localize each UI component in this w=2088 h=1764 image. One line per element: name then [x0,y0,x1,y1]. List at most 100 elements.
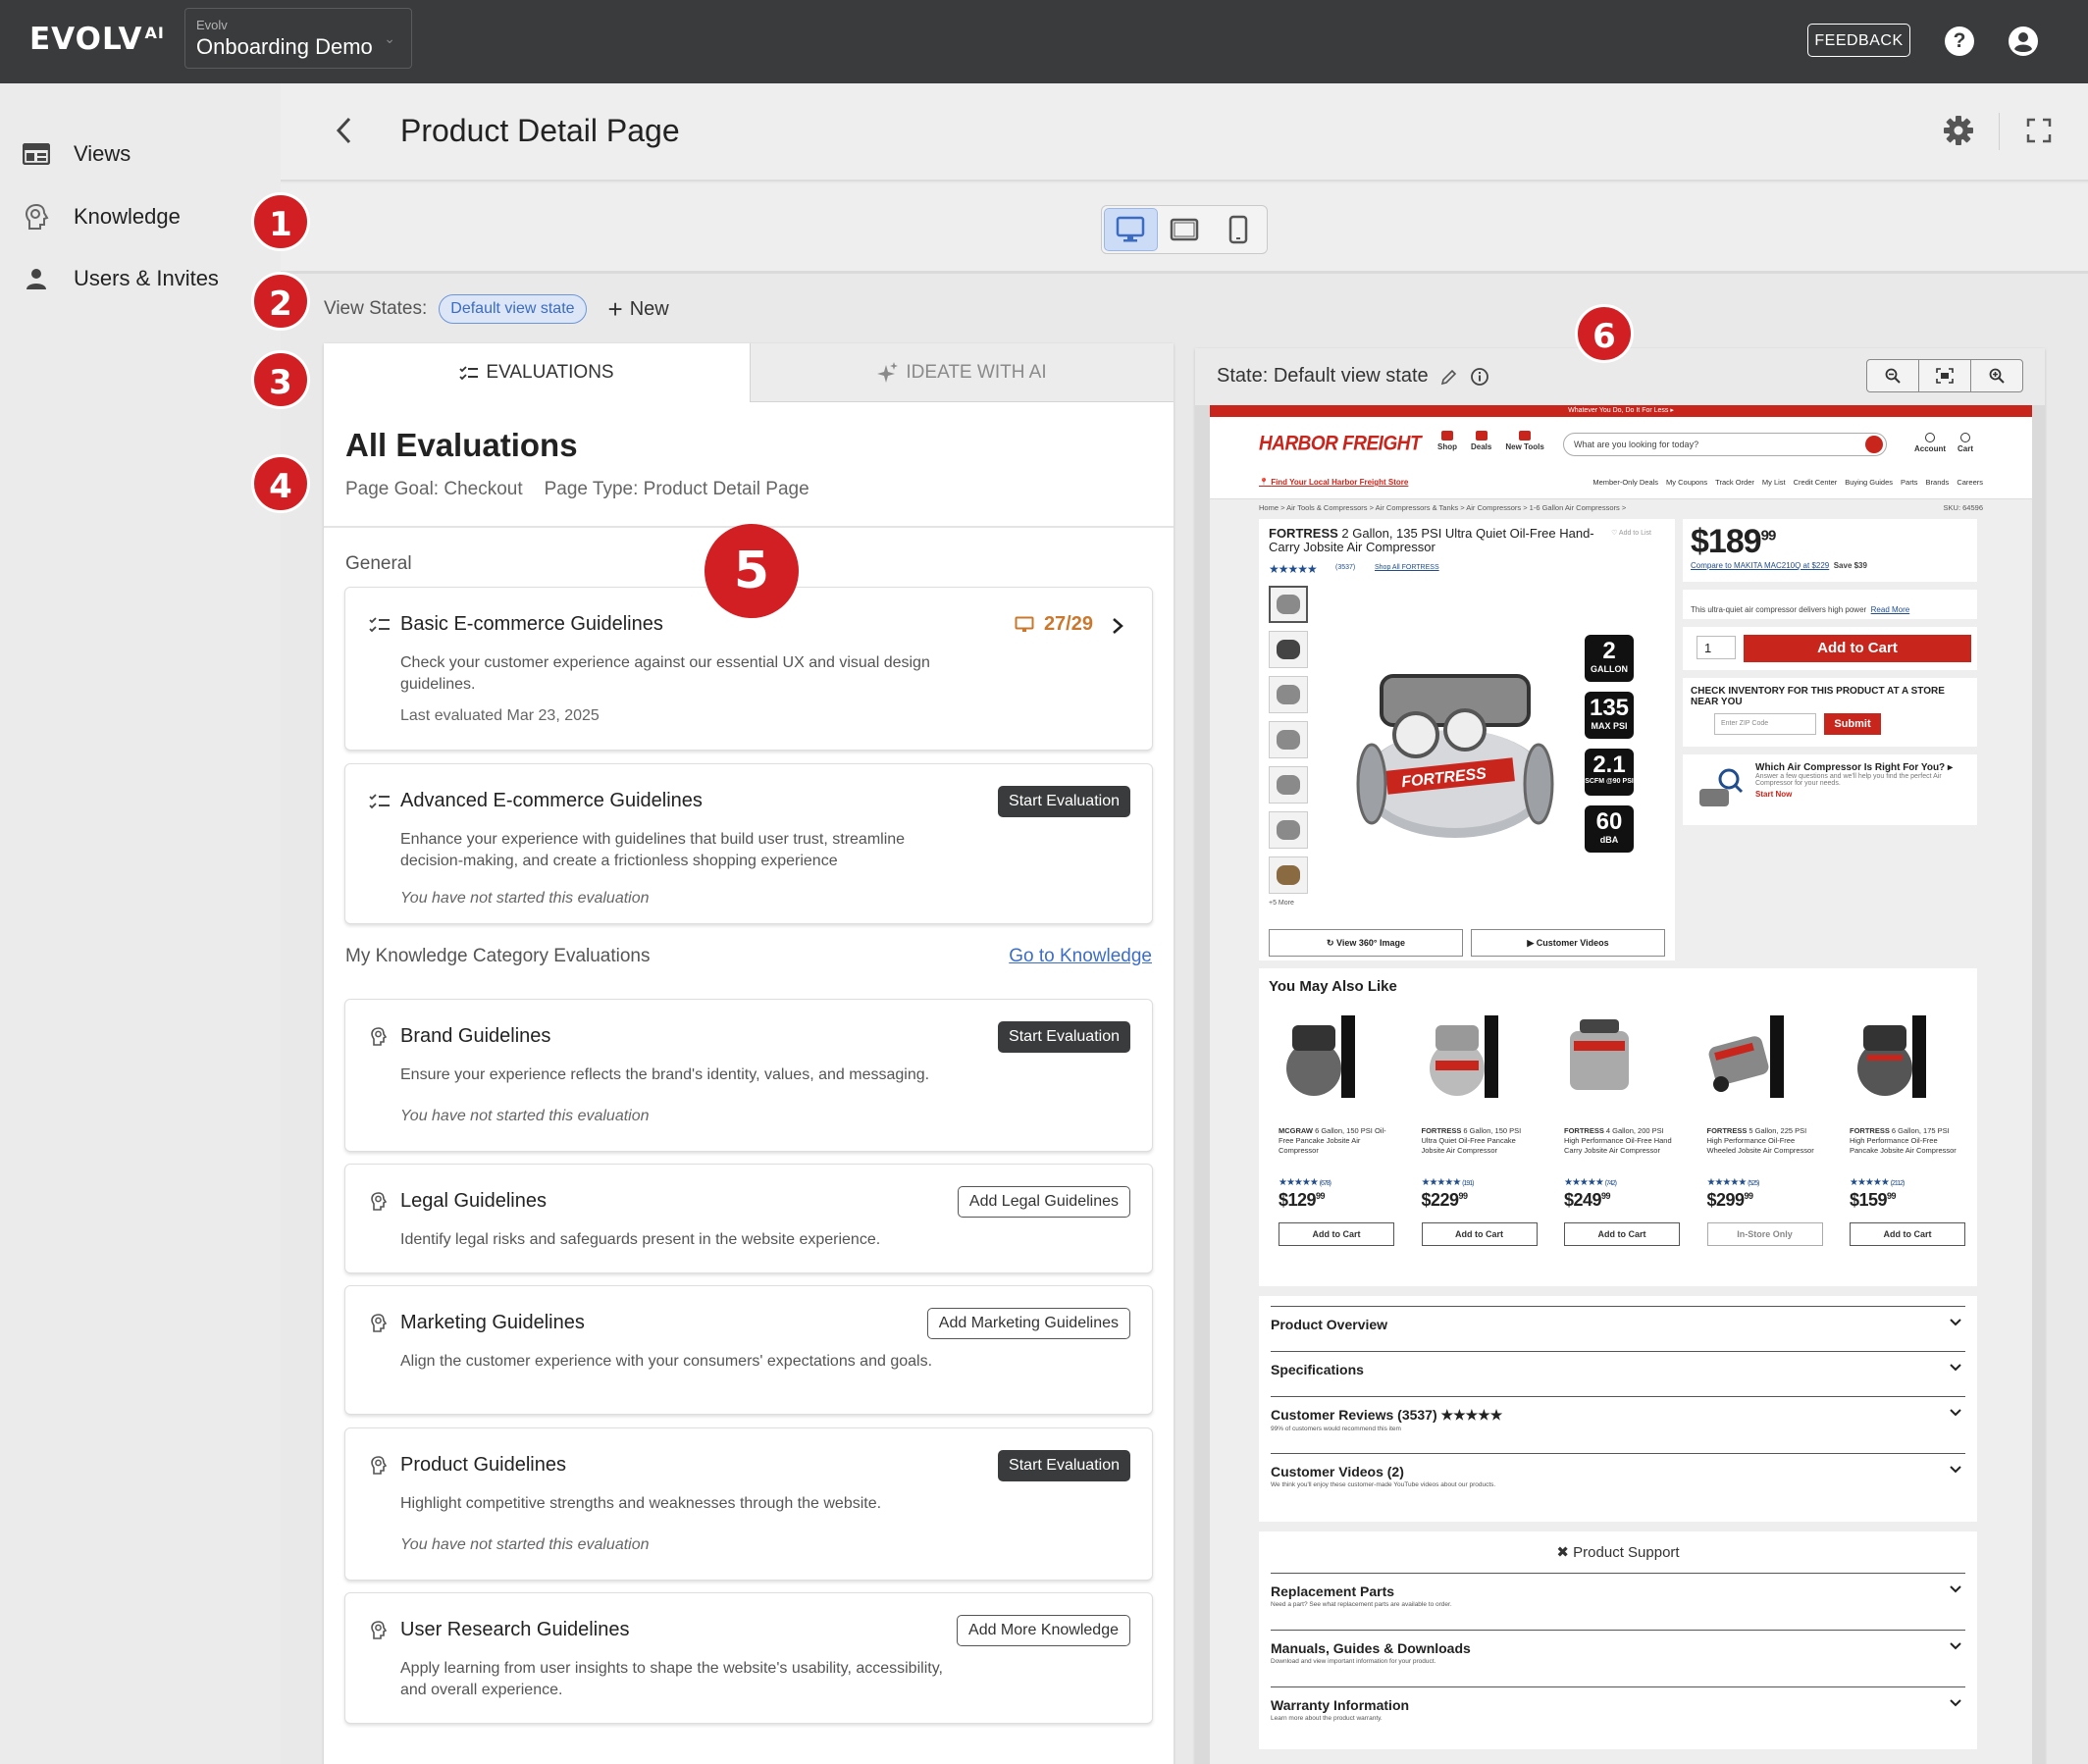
person-icon [22,264,51,293]
site-store-link: 📍 Find Your Local Harbor Freight Store [1259,478,1409,487]
card-status-note: You have not started this evaluation [400,890,650,907]
add-legal-guidelines-button[interactable]: Add Legal Guidelines [957,1186,1130,1218]
site-rec-item: FORTRESS 5 Gallon, 225 PSI High Performa… [1706,1012,1823,1276]
fullscreen-icon[interactable] [2025,117,2053,144]
card-description: Highlight competitive strengths and weak… [400,1495,882,1512]
site-add-to-list: ♡ Add to List [1611,530,1651,537]
score-value: 27/29 [1043,613,1093,635]
gear-icon[interactable] [1943,115,1974,146]
callout-marker-5: 5 [705,524,799,618]
sidebar-item-users-invites[interactable]: Users & Invites [22,259,267,298]
add-more-knowledge-button[interactable]: Add More Knowledge [957,1615,1130,1646]
knowledge-icon [371,1027,388,1046]
site-view-360: ↻ View 360° Image [1269,929,1463,957]
tab-evaluations[interactable]: EVALUATIONS [324,343,750,402]
eval-card-marketing[interactable]: Marketing Guidelines Add Marketing Guide… [344,1285,1153,1415]
desktop-view-button[interactable] [1104,208,1158,251]
card-title: Basic E-commerce Guidelines [400,613,663,635]
chevron-right-icon[interactable] [1111,617,1124,635]
zoom-out-button[interactable] [1867,360,1919,391]
section-knowledge-label: My Knowledge Category Evaluations [345,946,651,966]
site-media-actions: ↻ View 360° Image ▶ Customer Videos [1269,929,1665,957]
site-nav-shop: Shop [1437,431,1457,451]
site-customer-videos: ▶ Customer Videos [1471,929,1665,957]
card-description: Apply learning from user insights to sha… [400,1660,943,1698]
sidebar: Views Knowledge Users & Invites [0,83,281,1764]
card-description: Check your customer experience against o… [400,654,930,693]
tab-ideate-with-ai[interactable]: IDEATE WITH AI [750,343,1174,402]
start-evaluation-button[interactable]: Start Evaluation [998,786,1130,817]
page-header: Product Detail Page [281,83,2088,182]
account-icon[interactable] [2009,26,2038,56]
new-view-state-button[interactable]: + New [608,296,669,322]
main-content: Product Detail Page View States: Default… [281,83,2088,1764]
site-search: What are you looking for today? [1563,433,1887,456]
site-rec-item: FORTRESS 6 Gallon, 175 PSI High Performa… [1850,1012,1965,1276]
callout-marker-3: 3 [251,350,310,409]
start-evaluation-button[interactable]: Start Evaluation [998,1021,1130,1053]
back-arrow-icon[interactable] [328,113,363,148]
org-label: Evolv [196,18,228,32]
eval-card-brand[interactable]: Brand Guidelines Start Evaluation Ensure… [344,999,1153,1152]
preview-state: State: Default view state [1217,365,1489,388]
page-goal: Page Goal: Checkout [345,479,523,499]
desktop-icon [1015,616,1034,632]
site-preview[interactable]: Whatever You Do, Do It For Less ▸ HARBOR… [1210,405,2032,1764]
mobile-icon [1228,215,1247,244]
tab-label: EVALUATIONS [486,362,614,383]
feedback-button[interactable]: FEEDBACK [1807,24,1910,57]
evolv-logo[interactable]: EVOLV AI [29,22,165,57]
start-evaluation-button[interactable]: Start Evaluation [998,1450,1130,1481]
site-navbar: HARBOR FREIGHT Shop Deals New Tools What… [1210,417,2032,499]
eval-card-legal[interactable]: Legal Guidelines Add Legal Guidelines Id… [344,1164,1153,1273]
card-title: Brand Guidelines [400,1025,551,1047]
knowledge-icon [371,1192,388,1211]
card-description: Align the customer experience with your … [400,1353,933,1370]
site-which-compressor: Which Air Compressor Is Right For You? ▸… [1683,754,1977,825]
site-breadcrumb: Home > Air Tools & Compressors > Air Com… [1259,503,1627,512]
tablet-view-button[interactable] [1158,208,1212,251]
site-inventory-box: CHECK INVENTORY FOR THIS PRODUCT AT A ST… [1683,678,1977,747]
chevron-down-icon: ⌄ [384,30,395,46]
sidebar-item-label: Users & Invites [74,266,219,290]
zoom-controls [1866,359,2023,392]
panel-tabs: EVALUATIONS IDEATE WITH AI [324,343,1174,402]
site-account: Account Cart [1914,433,1973,453]
page-title: Product Detail Page [400,113,680,148]
fit-screen-icon [1936,368,1954,384]
eval-card-advanced-ecommerce[interactable]: Advanced E-commerce Guidelines Start Eva… [344,763,1153,924]
site-promo: This ultra-quiet air compressor delivers… [1683,590,1977,619]
zoom-out-icon [1885,368,1901,384]
org-switcher[interactable]: Evolv Onboarding Demo ⌄ [184,8,412,69]
site-rec-item: MCGRAW 6 Gallon, 150 PSI Oil-Free Pancak… [1279,1012,1394,1276]
callout-marker-2: 2 [251,272,310,331]
site-rating-stars: ★★★★★ [1269,562,1318,576]
mobile-view-button[interactable] [1211,208,1265,251]
eval-card-user-research[interactable]: User Research Guidelines Add More Knowle… [344,1592,1153,1724]
pencil-icon[interactable] [1440,368,1458,386]
sidebar-item-knowledge[interactable]: Knowledge [22,197,267,236]
help-icon[interactable]: ? [1945,26,1974,56]
sidebar-item-views[interactable]: Views [22,134,267,174]
callout-marker-1: 1 [251,192,310,251]
site-accordion-product: Product Overview Specifications Customer… [1259,1296,1977,1522]
fit-to-screen-button[interactable] [1919,360,1971,391]
eval-card-product[interactable]: Product Guidelines Start Evaluation High… [344,1427,1153,1581]
card-description: Identify legal risks and safeguards pres… [400,1231,881,1248]
site-shop-all-link: Shop All FORTRESS [1375,564,1439,571]
knowledge-icon [371,1456,388,1475]
site-add-to-cart-row: 1 Add to Cart [1683,627,1977,670]
sidebar-item-label: Knowledge [74,204,181,229]
info-icon[interactable] [1470,367,1489,387]
go-to-knowledge-link[interactable]: Go to Knowledge [1009,946,1152,967]
site-add-to-cart: Add to Cart [1744,635,1971,662]
checklist-icon [369,794,390,809]
add-marketing-guidelines-button[interactable]: Add Marketing Guidelines [926,1308,1130,1339]
card-title: Marketing Guidelines [400,1312,585,1333]
views-icon [22,139,51,169]
page-type: Page Type: Product Detail Page [544,479,809,499]
zoom-in-button[interactable] [1971,360,2022,391]
site-review-count: (3537) [1335,564,1356,571]
org-name: Onboarding Demo [196,34,373,59]
view-state-chip[interactable]: Default view state [439,294,587,324]
